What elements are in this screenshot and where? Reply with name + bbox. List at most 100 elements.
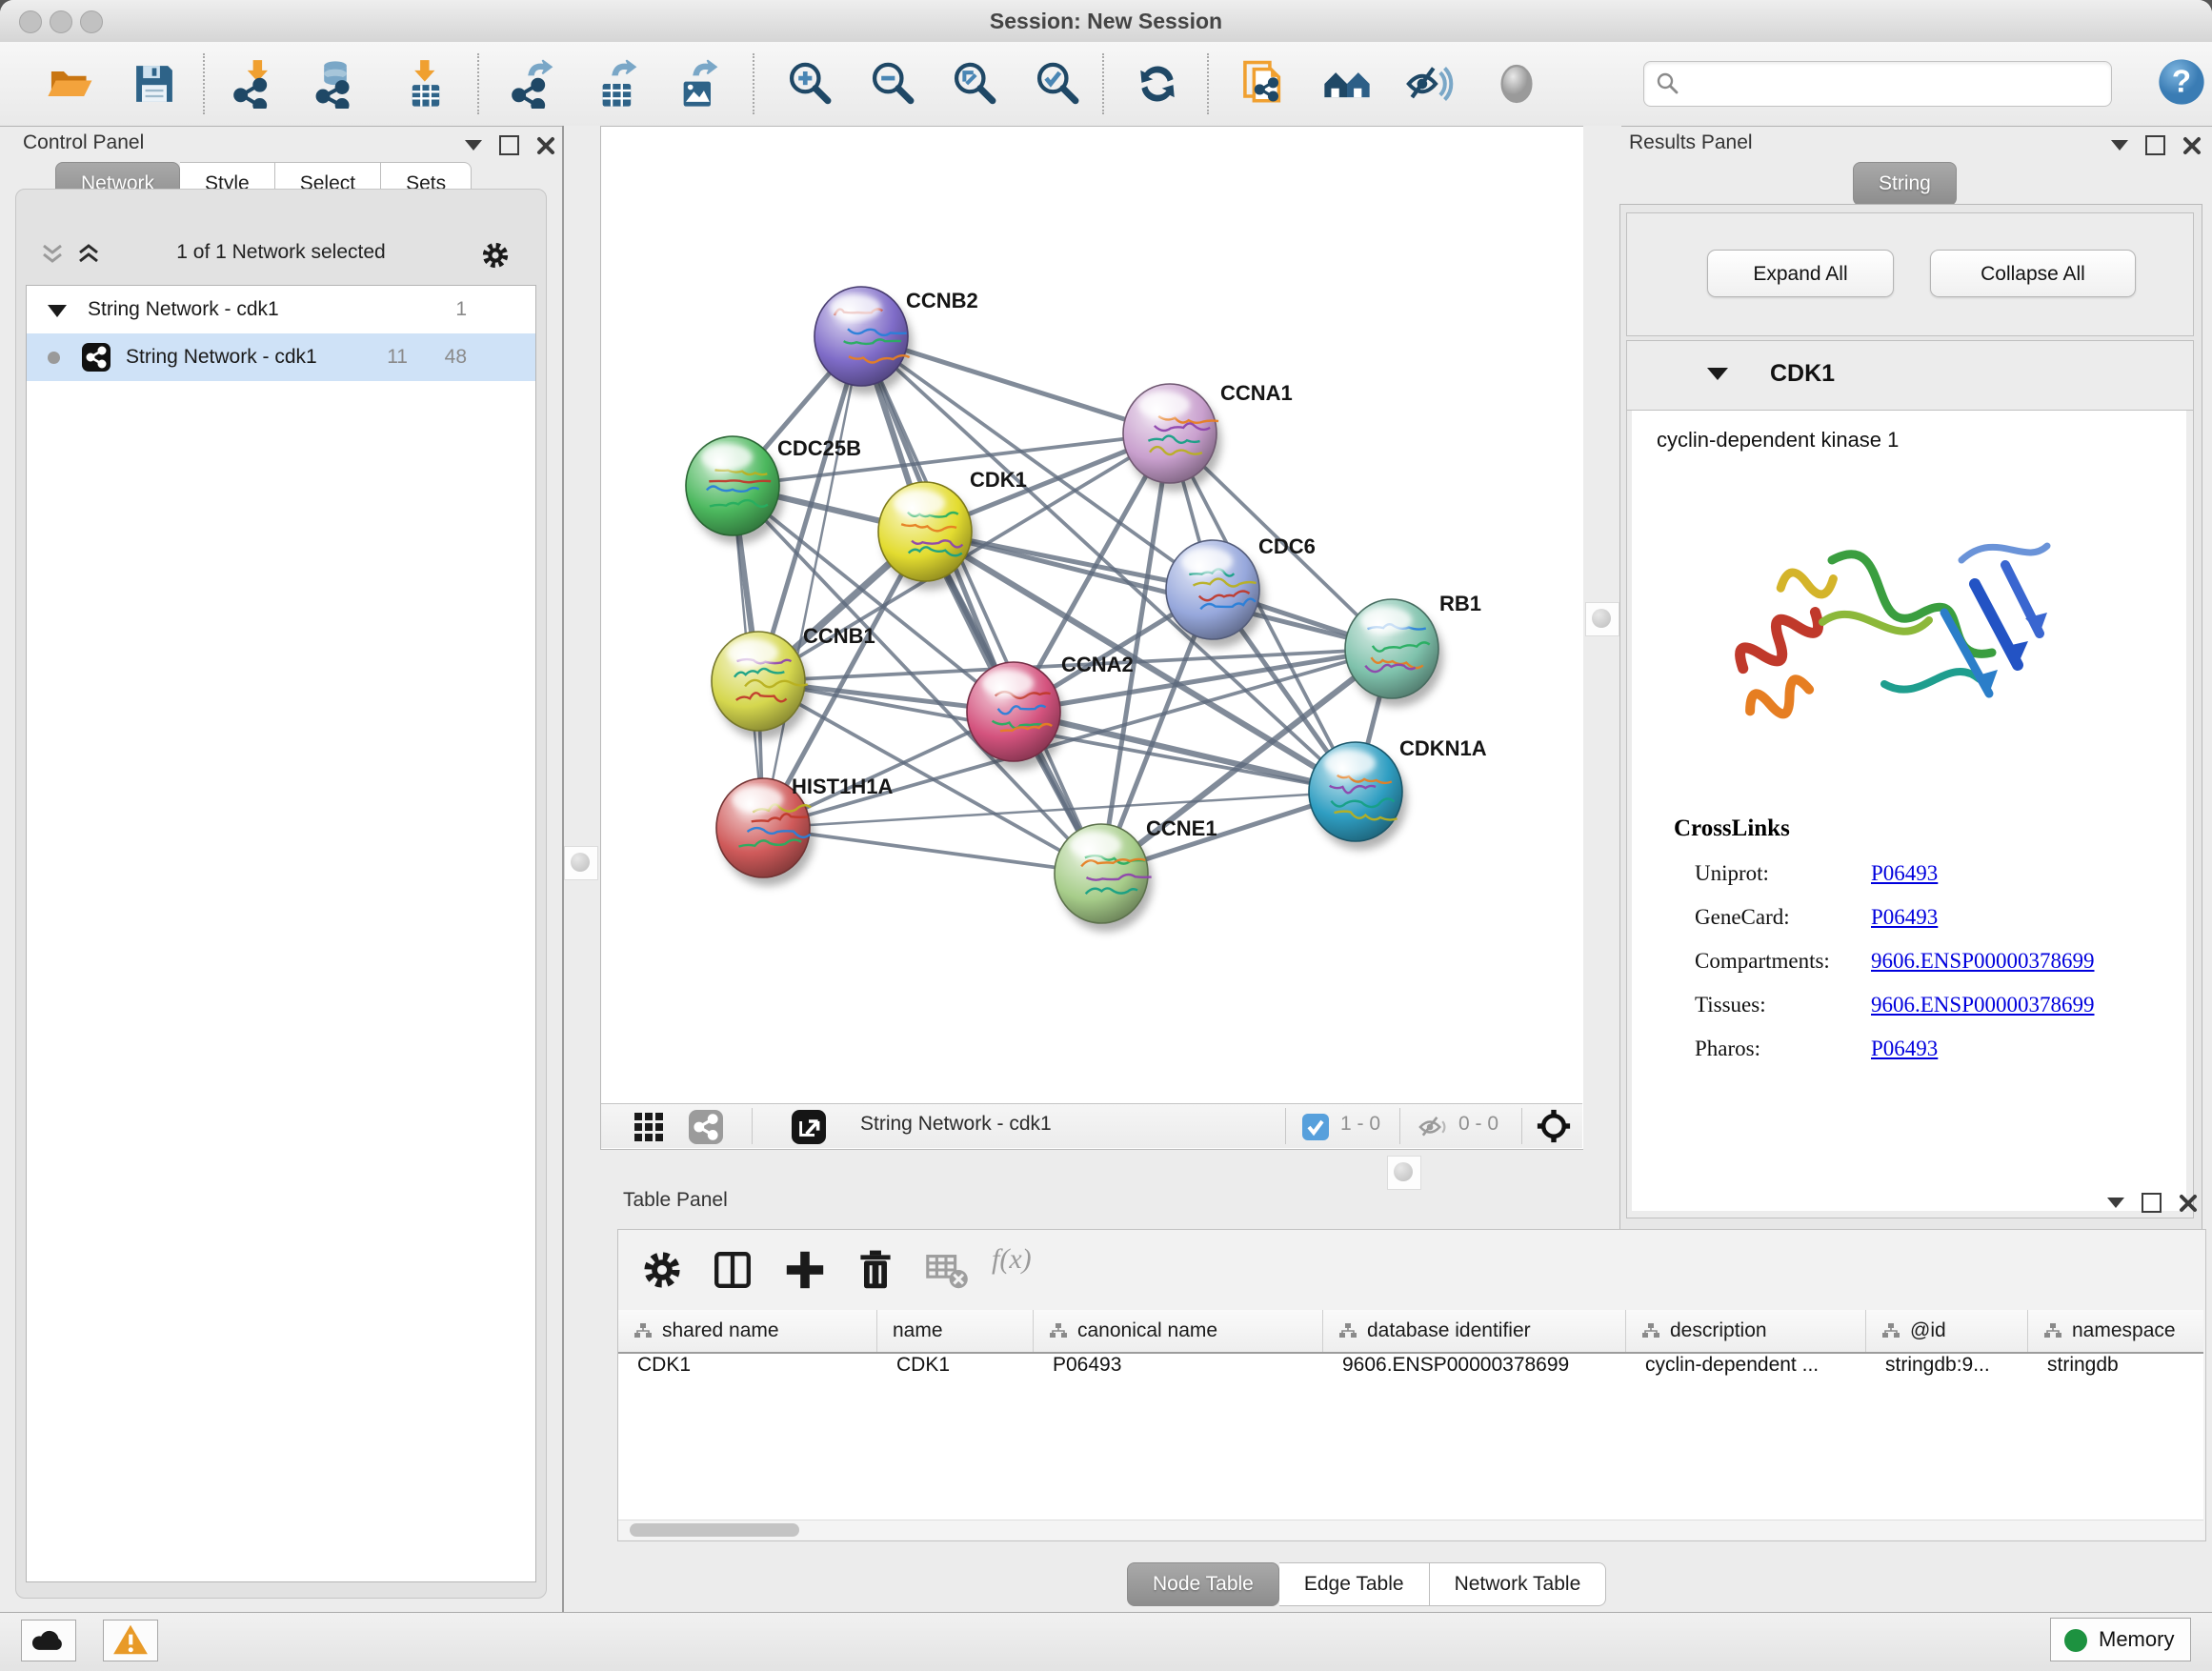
column-header-name[interactable]: name <box>877 1310 1034 1352</box>
table-horizontal-scrollbar[interactable] <box>618 1520 2203 1540</box>
cloud-status-button[interactable] <box>21 1620 76 1661</box>
control-panel-header-icons <box>465 135 555 155</box>
grid-view-icon[interactable] <box>633 1112 664 1142</box>
hide-selected-icon[interactable] <box>1404 59 1454 109</box>
crosslink-row: Pharos:P06493 <box>1695 1037 2186 1061</box>
node-CCNE1[interactable] <box>1055 824 1153 932</box>
selected-checkbox-icon[interactable] <box>1302 1114 1329 1140</box>
node-CDC25B[interactable] <box>686 436 784 544</box>
crosslink-link[interactable]: 9606.ENSP00000378699 <box>1871 949 2095 974</box>
tab-network-table[interactable]: Network Table <box>1430 1562 1607 1606</box>
show-all-icon-disabled[interactable] <box>1492 59 1541 109</box>
node-CDK1[interactable] <box>878 482 976 590</box>
scrollbar-thumb[interactable] <box>630 1523 799 1537</box>
network-collection-row[interactable]: String Network - cdk1 1 <box>27 286 535 333</box>
warnings-button[interactable] <box>103 1620 158 1661</box>
cell-@id[interactable]: stringdb:9... <box>1866 1354 2028 1388</box>
zoom-in-icon[interactable] <box>785 59 835 109</box>
node-label-RB1: RB1 <box>1439 592 1481 615</box>
crosslink-link[interactable]: P06493 <box>1871 861 1938 886</box>
zoom-fit-icon[interactable] <box>950 59 999 109</box>
expand-all-button[interactable]: Expand All <box>1707 250 1894 297</box>
node-CDKN1A[interactable] <box>1309 742 1407 850</box>
export-table-icon[interactable] <box>593 59 642 109</box>
import-table-icon[interactable] <box>401 59 451 109</box>
birds-eye-crosshair-icon[interactable] <box>1537 1109 1571 1143</box>
open-session-icon[interactable] <box>46 59 95 109</box>
network-view-share-icon[interactable] <box>689 1110 723 1144</box>
search-field[interactable] <box>1643 61 2112 107</box>
cell-canonical-name[interactable]: P06493 <box>1034 1354 1323 1388</box>
column-header-namespace[interactable]: namespace <box>2028 1310 2203 1352</box>
gene-name: CDK1 <box>1770 360 1835 388</box>
table-options-gear-icon[interactable] <box>639 1247 685 1293</box>
results-panel-tabs: String <box>1853 162 1957 206</box>
collapse-all-button[interactable]: Collapse All <box>1930 250 2136 297</box>
help-icon[interactable]: ? <box>2157 57 2206 107</box>
save-session-icon[interactable] <box>130 59 179 109</box>
left-splitter-handle[interactable] <box>564 846 598 880</box>
panel-menu-icon[interactable] <box>2111 140 2128 151</box>
section-expander-icon[interactable] <box>1707 368 1728 380</box>
new-network-from-selection-icon[interactable] <box>1239 59 1289 109</box>
cell-database-identifier[interactable]: 9606.ENSP00000378699 <box>1323 1354 1626 1388</box>
panel-close-icon[interactable] <box>536 136 555 155</box>
panel-float-icon[interactable] <box>2145 135 2165 155</box>
panel-close-icon[interactable] <box>2179 1194 2198 1213</box>
panel-close-icon[interactable] <box>2182 136 2202 155</box>
edge-CCNB2-CCNE1[interactable] <box>861 336 1101 874</box>
function-builder-icon: f(x) <box>992 1243 1032 1276</box>
zoom-selected-icon[interactable] <box>1033 59 1082 109</box>
title-bar: Session: New Session <box>0 0 2212 43</box>
column-header-database-identifier[interactable]: database identifier <box>1323 1310 1626 1352</box>
cell-description[interactable]: cyclin-dependent ... <box>1626 1354 1866 1388</box>
crosslink-link[interactable]: P06493 <box>1871 1037 1938 1061</box>
network-selected-status: 1 of 1 Network selected <box>16 241 546 264</box>
import-network-icon[interactable] <box>231 59 280 109</box>
panel-menu-icon[interactable] <box>465 140 482 151</box>
tab-string[interactable]: String <box>1853 162 1957 206</box>
node-section-header[interactable]: CDK1 <box>1627 341 2193 411</box>
network-options-gear-icon[interactable] <box>479 239 512 272</box>
panel-menu-icon[interactable] <box>2107 1198 2124 1208</box>
tab-edge-table[interactable]: Edge Table <box>1279 1562 1430 1606</box>
node-RB1[interactable] <box>1345 599 1443 707</box>
export-image-icon[interactable] <box>674 59 723 109</box>
import-network-from-database-icon[interactable] <box>311 59 360 109</box>
show-columns-icon[interactable] <box>710 1247 755 1293</box>
cell-shared-name[interactable]: CDK1 <box>618 1354 877 1388</box>
delete-column-icon[interactable] <box>853 1247 898 1293</box>
collection-expander-icon[interactable] <box>48 305 67 317</box>
crosslinks-section: CrossLinks Uniprot:P06493GeneCard:P06493… <box>1632 815 2186 1061</box>
first-neighbors-icon[interactable] <box>1322 59 1372 109</box>
export-network-icon[interactable] <box>509 59 558 109</box>
search-input[interactable] <box>1688 66 2101 102</box>
network-status-dot-icon <box>48 352 60 364</box>
tab-node-table[interactable]: Node Table <box>1127 1562 1279 1606</box>
column-header-@id[interactable]: @id <box>1866 1310 2028 1352</box>
network-row[interactable]: String Network - cdk1 11 48 <box>27 333 535 381</box>
network-canvas[interactable]: CCNB2CCNA1CDC25BCDK1CDC6RB1CCNB1CCNA2CDK… <box>601 127 1582 1103</box>
zoom-out-icon[interactable] <box>868 59 917 109</box>
node-CCNA2[interactable] <box>967 662 1065 770</box>
cell-name[interactable]: CDK1 <box>877 1354 1034 1388</box>
cell-namespace[interactable]: stringdb <box>2028 1354 2203 1388</box>
panel-float-icon[interactable] <box>2142 1193 2162 1213</box>
detach-view-icon[interactable] <box>792 1110 826 1144</box>
memory-status-icon <box>2064 1629 2087 1652</box>
memory-button[interactable]: Memory <box>2050 1618 2191 1661</box>
crosslink-link[interactable]: P06493 <box>1871 905 1938 930</box>
panel-float-icon[interactable] <box>499 135 519 155</box>
node-CCNB2[interactable] <box>814 287 913 394</box>
string-results-container: Expand All Collapse All CDK1 cyclin-depe… <box>1619 204 2202 1231</box>
crosslink-link[interactable]: 9606.ENSP00000378699 <box>1871 993 2095 1017</box>
create-column-icon[interactable] <box>782 1247 828 1293</box>
table-row[interactable]: CDK1CDK1P064939606.ENSP00000378699cyclin… <box>618 1354 2203 1388</box>
network-view[interactable]: CCNB2CCNA1CDC25BCDK1CDC6RB1CCNB1CCNA2CDK… <box>600 126 1585 1150</box>
node-CCNA1[interactable] <box>1123 384 1221 492</box>
edge-CCNB2-HIST1H1A[interactable] <box>763 336 861 828</box>
apply-layout-icon[interactable] <box>1133 59 1182 109</box>
column-header-canonical-name[interactable]: canonical name <box>1034 1310 1323 1352</box>
column-header-description[interactable]: description <box>1626 1310 1866 1352</box>
column-header-shared-name[interactable]: shared name <box>618 1310 877 1352</box>
